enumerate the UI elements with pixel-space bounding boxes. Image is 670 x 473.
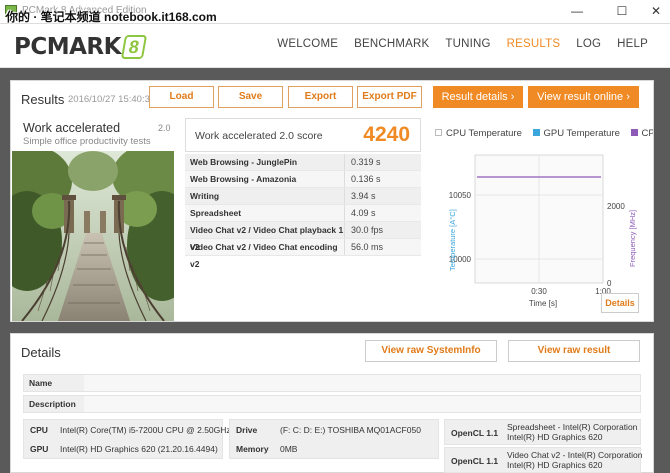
gpu-value: Intel(R) HD Graphics 620 (21.20.16.4494) (60, 444, 218, 454)
table-row: Video Chat v2 / Video Chat encoding v2 5… (185, 239, 421, 269)
legend-label: CPU Clock Frequency (641, 128, 653, 139)
load-button[interactable]: Load (149, 86, 214, 108)
view-raw-systeminfo-button[interactable]: View raw SystemInfo (365, 340, 497, 362)
test-name: Work accelerated (23, 121, 121, 135)
details-title: Details (21, 345, 61, 360)
subtest-value: 0.136 s (351, 174, 381, 184)
name-value (84, 375, 640, 391)
memory-value: 0MB (280, 444, 298, 454)
score-value: 4240 (363, 123, 410, 146)
subtest-table: Web Browsing - JunglePin 0.319 s Web Bro… (185, 154, 421, 269)
subtest-value: 4.09 s (351, 208, 376, 218)
subtest-name: Web Browsing - Amazonia (185, 171, 345, 187)
opencl-label: OpenCL 1.1 (451, 428, 499, 438)
drive-label: Drive (236, 425, 258, 435)
nav-tuning[interactable]: TUNING (437, 38, 498, 50)
results-panel: Results 2016/10/27 15:40:34 Load Save Ex… (10, 80, 654, 322)
results-date: 2016/10/27 15:40:34 (68, 94, 156, 105)
export-pdf-button[interactable]: Export PDF (357, 86, 422, 108)
view-result-online-button[interactable]: View result online › (528, 86, 639, 108)
window-titlebar: PCMark 8 Advanced Edition 你的 · 笔记本频道 not… (0, 0, 670, 24)
minimize-button[interactable]: — (567, 3, 587, 19)
y-left-axis-label: Temperature [A°C] (448, 209, 457, 271)
opencl-device: Video Chat v2 - Intel(R) Corporation (507, 450, 643, 460)
legend-swatch (435, 129, 442, 136)
result-details-button[interactable]: Result details › (433, 86, 523, 108)
logo-number: 8 (120, 35, 148, 59)
score-box: Work accelerated 2.0 score 4240 (185, 118, 421, 152)
maximize-button[interactable]: ☐ (612, 3, 632, 19)
drive-value: (F: C: D: E:) TOSHIBA MQ01ACF050 (280, 425, 421, 435)
close-button[interactable]: ✕ (646, 3, 666, 19)
subtest-name: Video Chat v2 / Video Chat encoding v2 (185, 239, 345, 269)
table-row: Spreadsheet 4.09 s (185, 205, 421, 222)
save-button[interactable]: Save (218, 86, 283, 108)
test-subtitle: Simple office productivity tests (23, 136, 151, 147)
chart-details-button[interactable]: Details (601, 293, 639, 313)
legend-item[interactable]: CPU Temperature (435, 128, 522, 139)
pcmark-logo: PCMARK 8 (14, 33, 148, 61)
cpu-gpu-cell: CPU Intel(R) Core(TM) i5-7200U CPU @ 2.5… (23, 419, 231, 459)
results-title: Results (21, 92, 65, 107)
test-image (12, 151, 174, 321)
view-raw-result-button[interactable]: View raw result (508, 340, 640, 362)
details-panel: Details View raw SystemInfo View raw res… (10, 333, 654, 473)
x-tick: 0:30 (531, 287, 547, 296)
nav-welcome[interactable]: WELCOME (269, 38, 346, 50)
x-axis-label: Time [s] (529, 299, 557, 308)
subtest-value: 56.0 ms (351, 242, 384, 252)
legend-label: GPU Temperature (543, 128, 620, 139)
legend-swatch (532, 129, 540, 136)
opencl-device-gpu: Intel(R) HD Graphics 620 (507, 460, 603, 470)
legend-label: CPU Temperature (446, 128, 522, 139)
description-label: Description (29, 399, 76, 409)
legend-item[interactable]: GPU Temperature (532, 128, 620, 139)
chart-legend: CPU Temperature GPU Temperature CPU Cloc… (435, 128, 653, 140)
subtest-name: Writing (185, 188, 345, 204)
gpu-label: GPU (30, 444, 49, 454)
table-row: Video Chat v2 / Video Chat playback 1 v2… (185, 222, 421, 252)
opencl-device: Spreadsheet - Intel(R) Corporation (507, 422, 638, 432)
opencl-cell: OpenCL 1.1 Spreadsheet - Intel(R) Corpor… (444, 419, 641, 445)
app-header: PCMARK 8 WELCOME BENCHMARK TUNING RESULT… (0, 24, 670, 68)
subtest-name: Web Browsing - JunglePin (185, 154, 345, 170)
score-label: Work accelerated 2.0 score (195, 130, 323, 142)
y-left-tick: 10050 (449, 191, 472, 200)
nav-help[interactable]: HELP (609, 38, 656, 50)
drive-memory-cell: Drive (F: C: D: E:) TOSHIBA MQ01ACF050 M… (229, 419, 439, 459)
test-version: 2.0 (158, 123, 171, 133)
subtest-name: Spreadsheet (185, 205, 345, 221)
description-row: Description (23, 395, 641, 413)
subtest-value: 0.319 s (351, 157, 381, 167)
table-row: Web Browsing - JunglePin 0.319 s (185, 154, 421, 171)
table-row: Web Browsing - Amazonia 0.136 s (185, 171, 421, 188)
legend-swatch (630, 129, 638, 136)
subtest-name: Video Chat v2 / Video Chat playback 1 v2 (185, 222, 345, 252)
cpu-value: Intel(R) Core(TM) i5-7200U CPU @ 2.50GHz (60, 425, 231, 435)
legend-item[interactable]: CPU Clock Frequency (630, 128, 653, 139)
logo-text: PCMARK (14, 34, 121, 60)
subtest-value: 30.0 fps (351, 225, 384, 235)
y-right-axis-label: Frequency [MHz] (628, 210, 637, 267)
main-nav: WELCOME BENCHMARK TUNING RESULTS LOG HEL… (269, 38, 656, 50)
nav-benchmark[interactable]: BENCHMARK (346, 38, 437, 50)
cpu-label: CPU (30, 425, 48, 435)
subtest-value: 3.94 s (351, 191, 376, 201)
opencl-cell: OpenCL 1.1 Video Chat v2 - Intel(R) Corp… (444, 447, 643, 473)
name-row: Name (23, 374, 641, 392)
table-row: Writing 3.94 s (185, 188, 421, 205)
watermark-text: 你的 · 笔记本频道 notebook.it168.com (6, 10, 217, 24)
memory-label: Memory (236, 444, 269, 454)
opencl-device-gpu: Intel(R) HD Graphics 620 (507, 432, 603, 442)
name-label: Name (29, 378, 53, 388)
nav-results[interactable]: RESULTS (499, 38, 569, 50)
description-value (84, 396, 640, 412)
export-button[interactable]: Export (288, 86, 353, 108)
y-right-tick: 2000 (607, 202, 625, 211)
nav-log[interactable]: LOG (568, 38, 609, 50)
opencl-label: OpenCL 1.1 (451, 456, 499, 466)
